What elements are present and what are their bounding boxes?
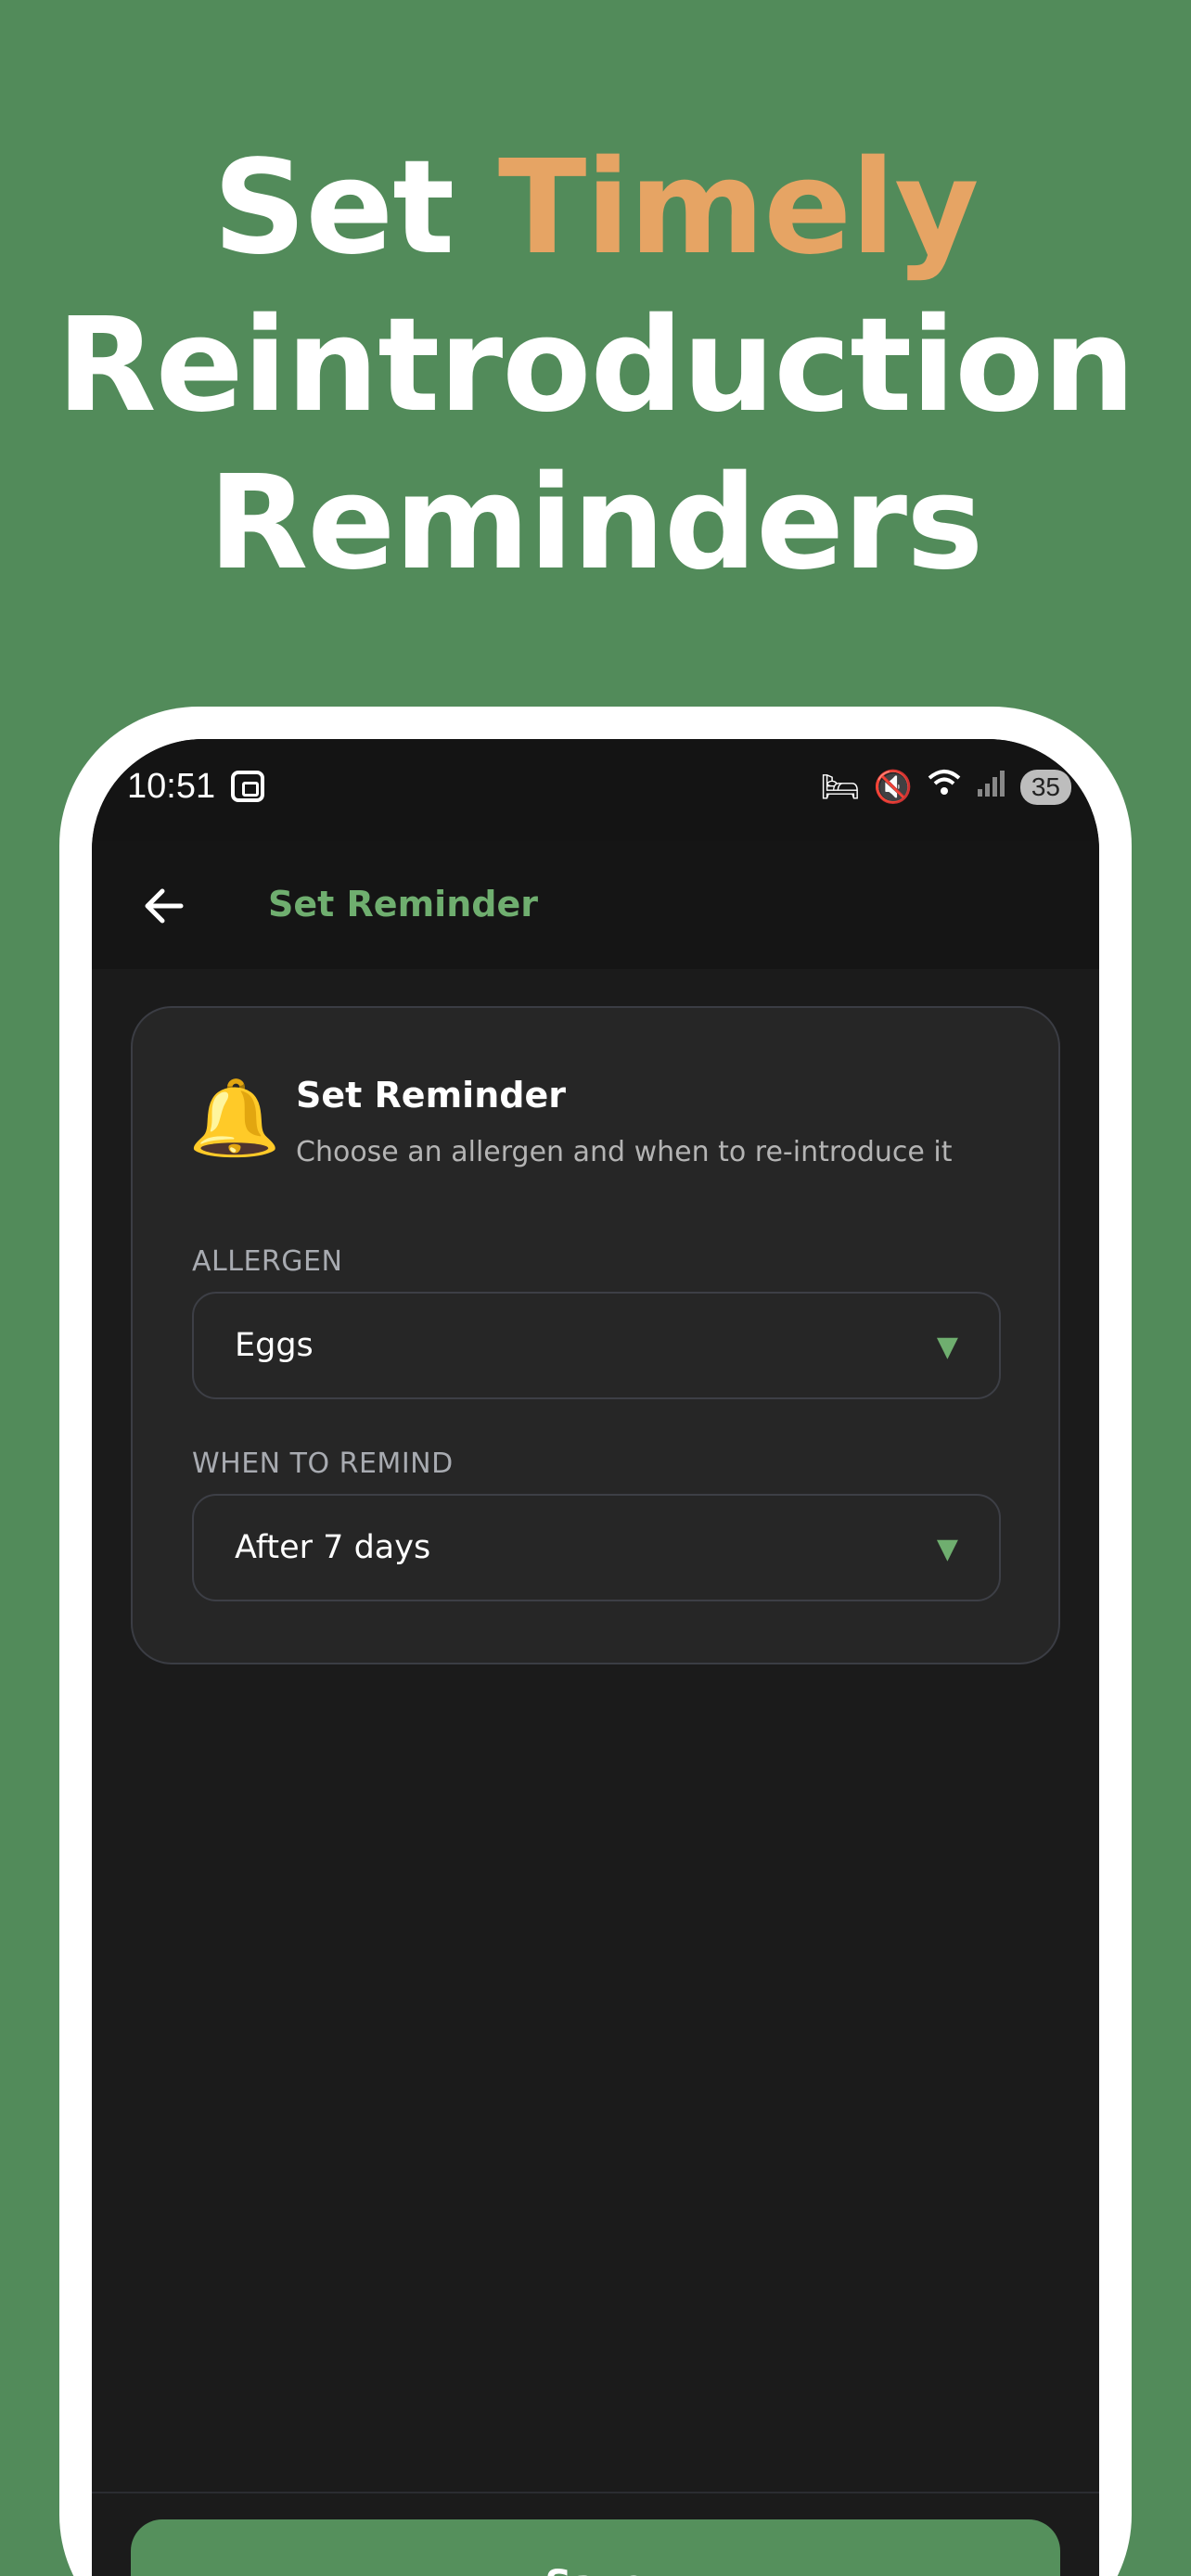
mute-icon: 🔇 [873, 768, 913, 806]
promo-headline: Set Timely Reintroduction Reminders [0, 130, 1191, 603]
dropdown-arrow-icon: ▼ [936, 1533, 958, 1565]
allergen-select[interactable]: Eggs ▼ [192, 1292, 1001, 1399]
when-to-remind-select[interactable]: After 7 days ▼ [192, 1494, 1001, 1601]
headline-line-1: Set Timely [0, 130, 1191, 287]
footer-divider [92, 2492, 1099, 2493]
status-bar: 10:51 🛏 🔇 35 [92, 739, 1099, 841]
app-bar: Set Reminder [92, 841, 1099, 969]
battery-indicator: 35 [1019, 769, 1071, 805]
signal-icon [976, 767, 1007, 807]
status-time: 10:51 [127, 767, 216, 806]
headline-accent-word: Timely [497, 133, 980, 284]
screenshot-icon [231, 771, 264, 802]
page-title: Set Reminder [268, 884, 538, 925]
card-subtitle: Choose an allergen and when to re-introd… [296, 1136, 953, 1168]
when-to-remind-value: After 7 days [235, 1529, 431, 1566]
when-to-remind-label: WHEN TO REMIND [192, 1447, 454, 1480]
bell-icon: 🔔 [188, 1075, 281, 1161]
card-title: Set Reminder [296, 1075, 566, 1116]
wifi-icon [926, 767, 963, 807]
phone-screen: 10:51 🛏 🔇 35 Set Reminder 🔔 Set Reminder… [92, 739, 1099, 2576]
headline-line-2: Reintroduction [56, 290, 1135, 441]
sleep-mode-icon: 🛏 [820, 768, 861, 806]
dropdown-arrow-icon: ▼ [936, 1331, 958, 1363]
headline-line-3: Reminders [208, 448, 984, 599]
allergen-label: ALLERGEN [192, 1245, 343, 1278]
reminder-card: 🔔 Set Reminder Choose an allergen and wh… [131, 1006, 1060, 1664]
headline-word-set: Set [212, 133, 455, 284]
back-arrow-icon[interactable] [136, 878, 192, 934]
status-icons: 🛏 🔇 35 [820, 767, 1071, 807]
save-button[interactable]: Save [131, 2519, 1060, 2576]
allergen-value: Eggs [235, 1327, 314, 1364]
